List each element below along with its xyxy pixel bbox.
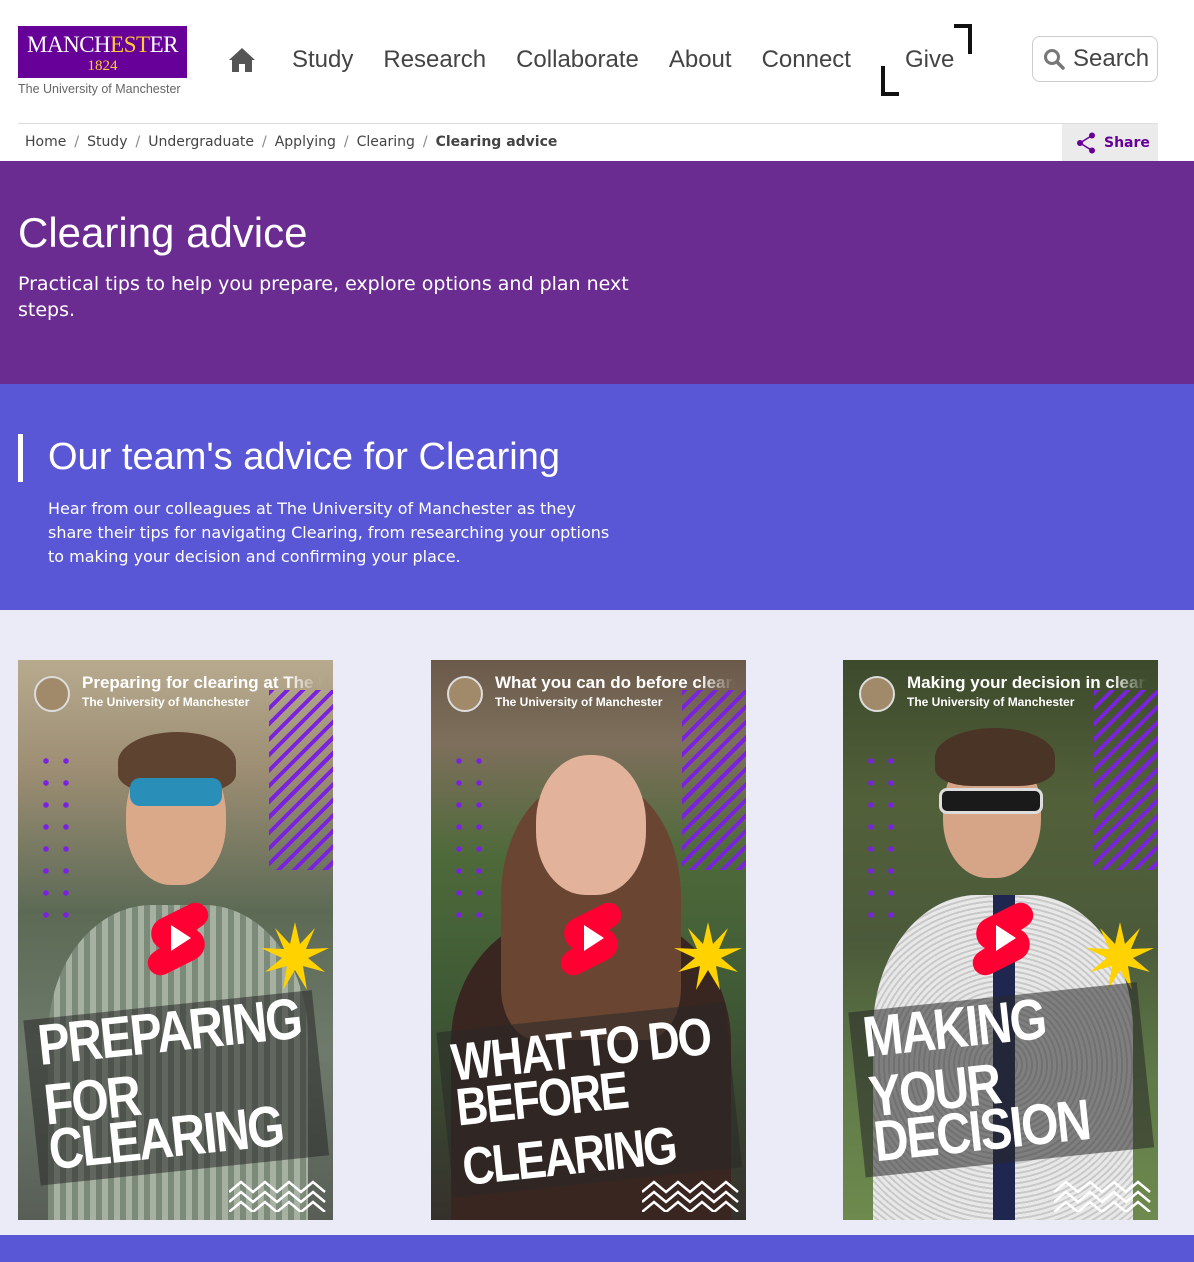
starburst-icon (261, 922, 329, 990)
video-caption: WHAT TO DO BEFORE CLEARING (436, 1002, 743, 1198)
logo-wordmark: MANCHESTER (27, 32, 178, 57)
breadcrumb-separator: / (135, 134, 141, 150)
video-caption: PREPARING FOR CLEARING (23, 987, 330, 1186)
dots-decoration (36, 750, 76, 930)
nav-about[interactable]: About (669, 46, 732, 74)
site-header: MANCHESTER 1824 The University of Manche… (0, 0, 1194, 161)
nav-give-label: Give (904, 46, 955, 73)
give-bracket-left (880, 66, 899, 96)
person-hair (935, 728, 1055, 786)
starburst-icon (674, 922, 742, 990)
play-icon[interactable] (138, 898, 218, 978)
zigzag-decoration (1054, 1180, 1151, 1212)
give-bracket-right (954, 24, 973, 54)
next-section-band (0, 1235, 1194, 1262)
video-card-before-clearing[interactable]: What you can do before clearing The Univ… (431, 660, 746, 1220)
dots-decoration (449, 750, 489, 930)
search-label: Search (1073, 45, 1150, 72)
search-button[interactable]: Search (1032, 36, 1158, 82)
zigzag-decoration (642, 1180, 739, 1212)
breadcrumb-separator: / (343, 134, 349, 150)
play-icon[interactable] (963, 898, 1043, 978)
main-nav: Study Research Collaborate About Connect… (228, 24, 992, 96)
breadcrumb-separator: / (74, 134, 80, 150)
person-face (536, 755, 646, 895)
video-channel: The University of Manchester (907, 695, 1075, 709)
video-title: Preparing for clearing at The University… (82, 673, 322, 692)
nav-research[interactable]: Research (383, 46, 486, 74)
nav-connect[interactable]: Connect (762, 46, 851, 74)
section-heading: Our team's advice for Clearing (48, 436, 561, 478)
video-card-preparing[interactable]: Preparing for clearing at The University… (18, 660, 333, 1220)
breadcrumb-applying[interactable]: Applying (275, 134, 336, 150)
channel-avatar (859, 676, 895, 712)
breadcrumb-clearing[interactable]: Clearing (357, 134, 415, 150)
home-icon[interactable] (228, 45, 258, 75)
zigzag-decoration (229, 1180, 326, 1212)
university-logo[interactable]: MANCHESTER 1824 The University of Manche… (18, 26, 188, 96)
stripes-decoration (682, 690, 746, 870)
page-title: Clearing advice (18, 209, 308, 256)
stripes-decoration (1094, 690, 1158, 870)
section-intro: Hear from our colleagues at The Universi… (48, 499, 610, 566)
nav-study[interactable]: Study (292, 46, 353, 74)
video-title: What you can do before clearing (495, 673, 735, 692)
logo-box: MANCHESTER 1824 (18, 26, 187, 78)
video-channel: The University of Manchester (495, 695, 663, 709)
breadcrumb: Home / Study / Undergraduate / Applying … (25, 134, 557, 150)
breadcrumb-study[interactable]: Study (87, 134, 127, 150)
stripes-decoration (269, 690, 333, 870)
video-title: Making your decision in clearing (907, 673, 1147, 692)
sunglasses (130, 778, 222, 806)
nav-give[interactable]: Give (880, 24, 973, 96)
dots-decoration (861, 750, 901, 930)
breadcrumb-bar: Home / Study / Undergraduate / Applying … (18, 123, 1158, 161)
breadcrumb-undergraduate[interactable]: Undergraduate (148, 134, 254, 150)
video-channel: The University of Manchester (82, 695, 250, 709)
breadcrumb-home[interactable]: Home (25, 134, 66, 150)
video-card-making-decision[interactable]: Making your decision in clearing The Uni… (843, 660, 1158, 1220)
channel-avatar (447, 676, 483, 712)
video-section: Preparing for clearing at The University… (0, 610, 1194, 1235)
breadcrumb-separator: / (422, 134, 428, 150)
share-icon (1077, 132, 1095, 153)
channel-avatar (34, 676, 70, 712)
nav-collaborate[interactable]: Collaborate (516, 46, 639, 74)
search-icon (1044, 49, 1065, 70)
page-hero: Clearing advice Practical tips to help y… (0, 161, 1194, 384)
heading-accent-bar (18, 434, 23, 482)
page-subtitle: Practical tips to help you prepare, expl… (18, 273, 629, 321)
breadcrumb-current: Clearing advice (435, 134, 558, 150)
breadcrumb-separator: / (262, 134, 267, 150)
advice-section: Our team's advice for Clearing Hear from… (0, 384, 1194, 610)
video-caption: MAKING YOUR DECISION (848, 982, 1155, 1178)
sunglasses (939, 788, 1043, 814)
play-icon[interactable] (551, 898, 631, 978)
starburst-icon (1086, 922, 1154, 990)
share-button[interactable]: Share (1062, 124, 1158, 161)
logo-subtitle: The University of Manchester (18, 82, 181, 96)
share-label: Share (1104, 134, 1150, 151)
logo-year: 1824 (87, 58, 118, 74)
